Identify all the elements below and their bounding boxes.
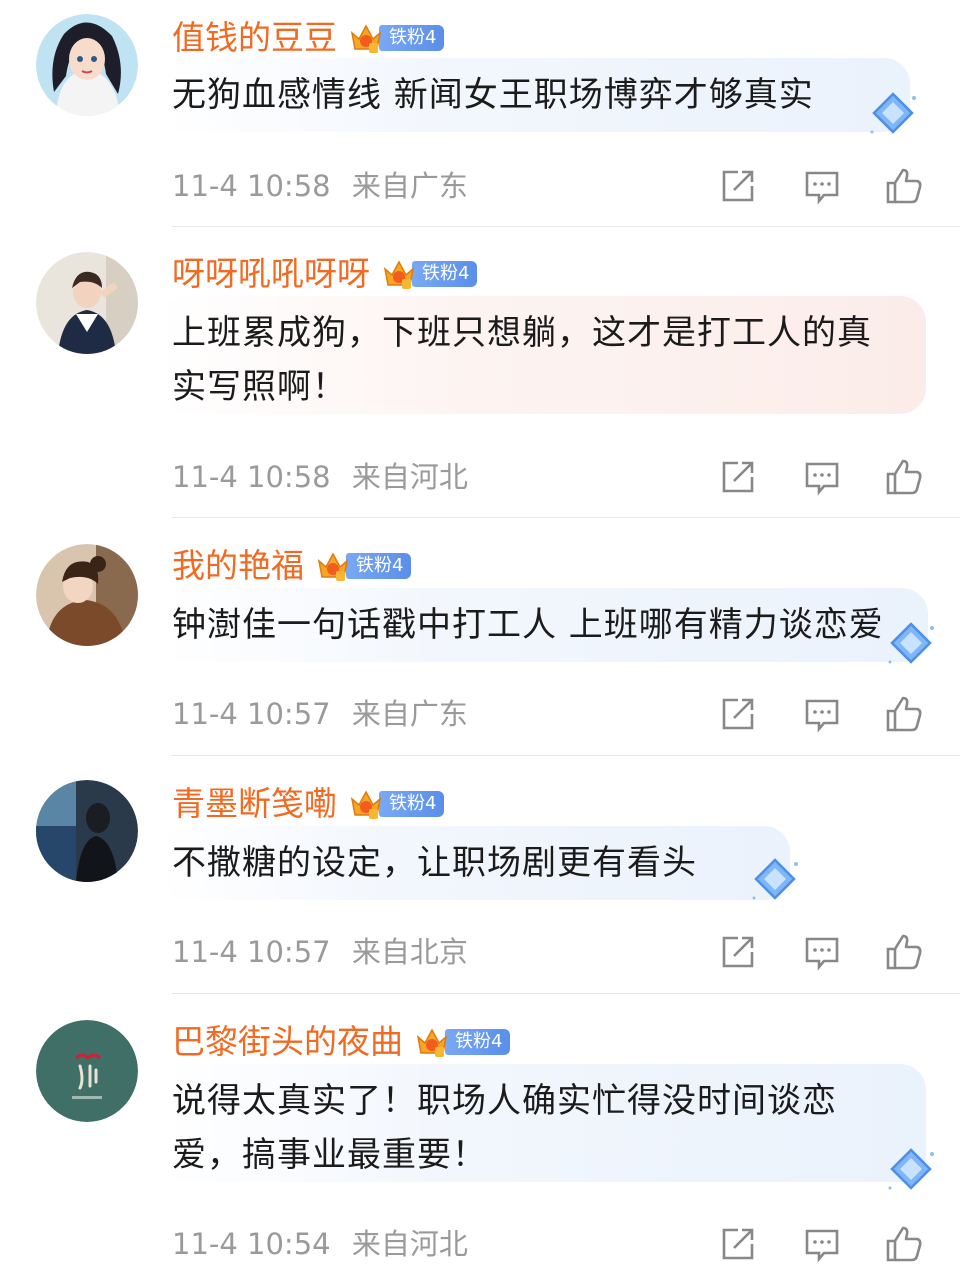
comment-text-line: 实写照啊！	[172, 367, 347, 407]
comment-icon	[805, 462, 839, 496]
diamond-gem-icon	[752, 858, 798, 900]
username-row: 值钱的豆豆 铁粉4	[172, 16, 445, 60]
comment-meta: 11-4 10:58 来自河北	[172, 457, 468, 497]
comment-icon	[805, 1229, 839, 1263]
share-icon	[722, 936, 754, 968]
share-button[interactable]	[716, 1222, 760, 1266]
location: 来自河北	[351, 460, 468, 494]
comment-meta: 11-4 10:57 来自广东	[172, 694, 468, 734]
badge-label: 铁粉4	[412, 261, 478, 287]
avatar[interactable]	[36, 14, 138, 116]
reply-button[interactable]	[800, 930, 844, 974]
like-button[interactable]	[882, 692, 926, 736]
share-button[interactable]	[716, 455, 760, 499]
thumbs-up-icon	[886, 459, 922, 495]
comment-item: 巴黎街头的夜曲 铁粉4 说得太真实了！职场人确实忙得没时间谈恋 爱，搞事业最重要…	[0, 994, 960, 1277]
thumbs-up-icon	[886, 168, 922, 204]
avatar[interactable]	[36, 252, 138, 354]
comment-bubble: 不撒糖的设定，让职场剧更有看头	[160, 826, 790, 900]
username[interactable]: 值钱的豆豆	[172, 16, 337, 60]
share-icon	[722, 461, 754, 493]
badge-label: 铁粉4	[379, 791, 445, 817]
username[interactable]: 我的艳福	[172, 544, 304, 588]
comment-item: 我的艳福 铁粉4 钟澍佳一句话戳中打工人 上班哪有精力谈恋爱 11-4 10:5…	[0, 518, 960, 756]
username[interactable]: 呀呀吼吼呀呀	[172, 252, 370, 296]
username-row: 青墨断笺嘞 铁粉4	[172, 782, 445, 826]
share-icon	[722, 1228, 754, 1260]
fan-badge[interactable]: 铁粉4	[316, 551, 412, 581]
comment-icon	[805, 171, 839, 205]
fan-badge[interactable]: 铁粉4	[349, 23, 445, 53]
comment-item: 呀呀吼吼呀呀 铁粉4 上班累成狗，下班只想躺，这才是打工人的真 实写照啊！ 11…	[0, 228, 960, 518]
location: 来自广东	[351, 697, 468, 731]
like-button[interactable]	[882, 1222, 926, 1266]
badge-label: 铁粉4	[445, 1029, 511, 1055]
comment-bubble: 无狗血感情线 新闻女王职场博弈才够真实	[160, 58, 910, 132]
like-button[interactable]	[882, 455, 926, 499]
username-row: 呀呀吼吼呀呀 铁粉4	[172, 252, 478, 296]
comment-text-line: 钟澍佳一句话戳中打工人 上班哪有精力谈恋爱	[172, 605, 884, 645]
crown-icon	[416, 1028, 448, 1057]
diamond-gem-icon	[870, 92, 916, 134]
reply-button[interactable]	[800, 1222, 844, 1266]
crown-icon	[317, 552, 349, 581]
comment-icon	[805, 699, 839, 733]
divider	[172, 226, 960, 227]
username-row: 我的艳福 铁粉4	[172, 544, 412, 588]
comment-bubble: 钟澍佳一句话戳中打工人 上班哪有精力谈恋爱	[160, 588, 928, 662]
timestamp: 11-4 10:54	[172, 1227, 331, 1261]
fan-badge[interactable]: 铁粉4	[415, 1027, 511, 1057]
timestamp: 11-4 10:57	[172, 697, 331, 731]
comment-text-line: 无狗血感情线 新闻女王职场博弈才够真实	[172, 75, 814, 115]
location: 来自河北	[351, 1227, 468, 1261]
comment-text-line: 说得太真实了！职场人确实忙得没时间谈恋	[172, 1081, 837, 1121]
timestamp: 11-4 10:57	[172, 935, 331, 969]
like-button[interactable]	[882, 164, 926, 208]
reply-button[interactable]	[800, 692, 844, 736]
fan-badge[interactable]: 铁粉4	[382, 259, 478, 289]
share-button[interactable]	[716, 692, 760, 736]
comment-text-line: 爱，搞事业最重要！	[172, 1135, 487, 1175]
comment-bubble: 说得太真实了！职场人确实忙得没时间谈恋 爱，搞事业最重要！	[160, 1064, 926, 1182]
fan-badge[interactable]: 铁粉4	[349, 789, 445, 819]
reply-button[interactable]	[800, 455, 844, 499]
avatar[interactable]	[36, 544, 138, 646]
avatar[interactable]	[36, 1020, 138, 1122]
thumbs-up-icon	[886, 934, 922, 970]
location: 来自北京	[351, 935, 468, 969]
crown-icon	[383, 260, 415, 289]
comment-item: 值钱的豆豆 铁粉4 无狗血感情线 新闻女王职场博弈才够真实 11-4 10:58…	[0, 0, 960, 228]
username-row: 巴黎街头的夜曲 铁粉4	[172, 1020, 511, 1064]
comment-meta: 11-4 10:57 来自北京	[172, 932, 468, 972]
username[interactable]: 巴黎街头的夜曲	[172, 1020, 403, 1064]
share-icon	[722, 698, 754, 730]
comment-bubble: 上班累成狗，下班只想躺，这才是打工人的真 实写照啊！	[160, 296, 926, 414]
comment-text-line: 上班累成狗，下班只想躺，这才是打工人的真	[172, 313, 872, 353]
share-icon	[722, 170, 754, 202]
reply-button[interactable]	[800, 164, 844, 208]
timestamp: 11-4 10:58	[172, 169, 331, 203]
badge-label: 铁粉4	[346, 553, 412, 579]
comment-list: 值钱的豆豆 铁粉4 无狗血感情线 新闻女王职场博弈才够真实 11-4 10:58…	[0, 0, 960, 1277]
comment-icon	[805, 937, 839, 971]
thumbs-up-icon	[886, 696, 922, 732]
username[interactable]: 青墨断笺嘞	[172, 782, 337, 826]
comment-text-line: 不撒糖的设定，让职场剧更有看头	[172, 843, 697, 883]
like-button[interactable]	[882, 930, 926, 974]
share-button[interactable]	[716, 930, 760, 974]
avatar[interactable]	[36, 780, 138, 882]
diamond-gem-icon	[888, 622, 934, 664]
diamond-gem-icon	[888, 1148, 934, 1190]
crown-icon	[350, 790, 382, 819]
comment-meta: 11-4 10:58 来自广东	[172, 166, 468, 206]
timestamp: 11-4 10:58	[172, 460, 331, 494]
thumbs-up-icon	[886, 1226, 922, 1262]
share-button[interactable]	[716, 164, 760, 208]
location: 来自广东	[351, 169, 468, 203]
badge-label: 铁粉4	[379, 25, 445, 51]
comment-meta: 11-4 10:54 来自河北	[172, 1224, 468, 1264]
comment-item: 青墨断笺嘞 铁粉4 不撒糖的设定，让职场剧更有看头 11-4 10:57 来自北…	[0, 756, 960, 994]
crown-icon	[350, 24, 382, 53]
